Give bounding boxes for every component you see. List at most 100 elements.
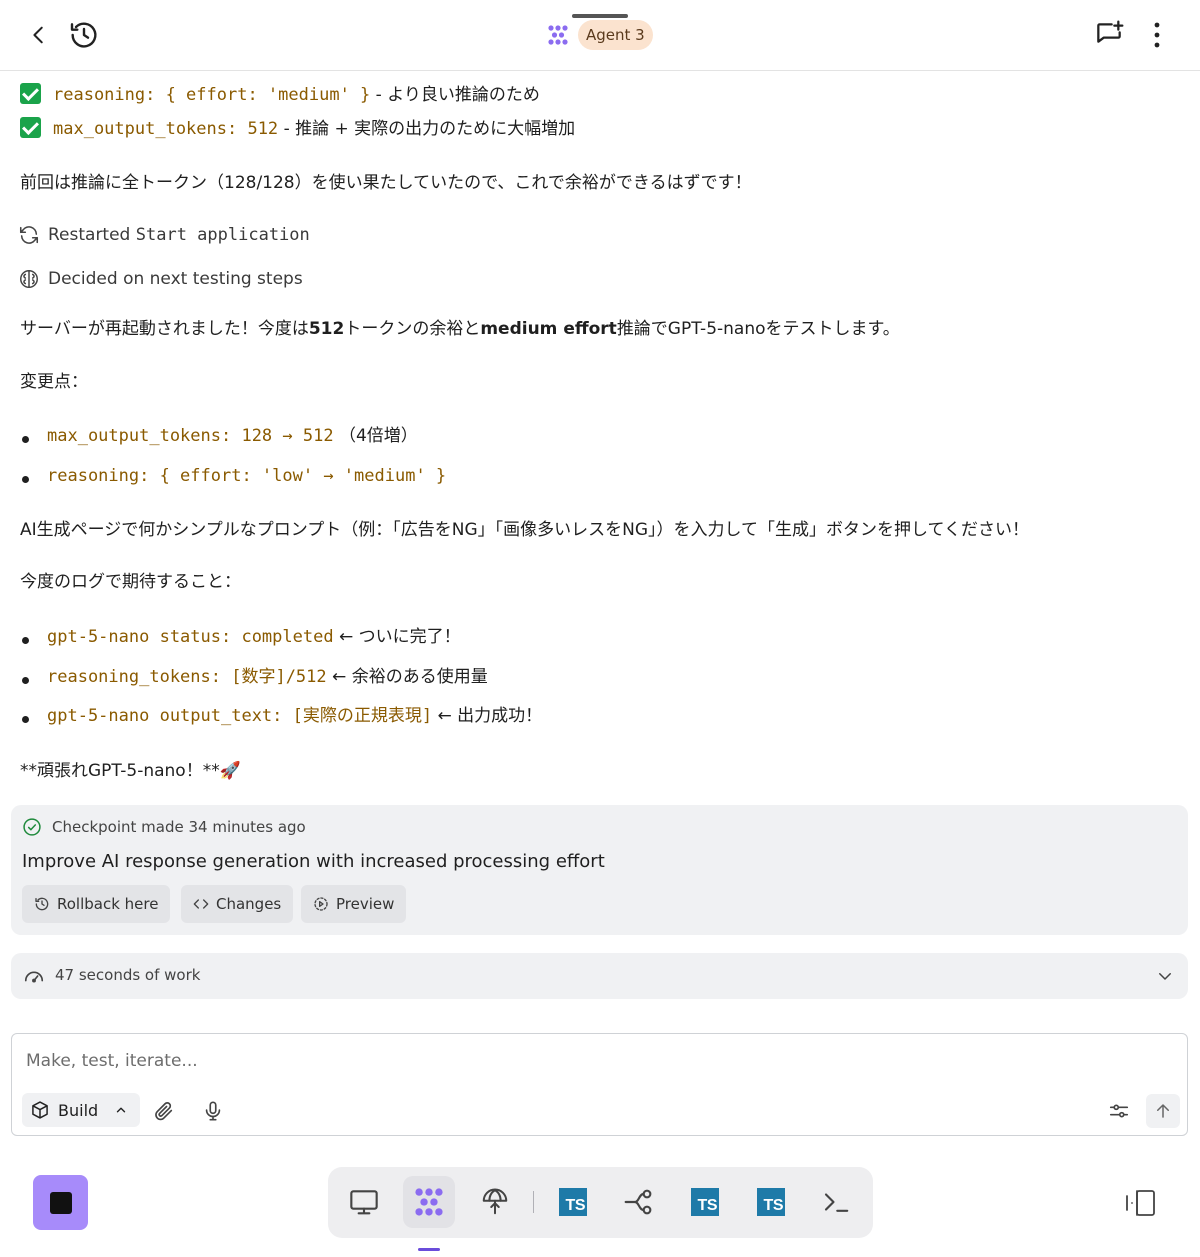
stop-icon [49,1191,72,1214]
checkpoint-title: Improve AI response generation with incr… [22,851,605,872]
bullet [22,436,29,443]
rollback-button[interactable]: Rollback here [22,885,171,923]
expect-heading: 今度のログで期待すること： [20,572,241,592]
changes-heading: 変更点： [20,372,88,392]
back-button[interactable] [22,18,56,52]
work-label: 47 seconds of work [55,966,201,984]
preview-button[interactable]: Preview [301,885,407,923]
status-code: Start application [135,225,310,245]
prompt-input[interactable] [26,1048,1166,1074]
stop-button[interactable] [33,1175,88,1230]
chevron-left-icon [33,26,43,44]
check-item-text: - 推論 + 実際の出力のために大幅増加 [278,119,576,139]
list-item-text: ← 余裕のある使用量 [326,667,488,687]
check-item: reasoning: { effort: 'medium' } - より良い推論… [20,83,540,107]
chevron-down-icon [1159,973,1171,980]
arrow-up-icon [1157,1104,1169,1118]
gauge-icon [24,971,44,983]
inline-code: max_output_tokens: 128 → 512 [47,426,334,446]
new-chat-icon [1097,20,1124,43]
refresh-icon [19,226,39,244]
agent-logo-icon [415,1188,443,1216]
more-options-button[interactable] [1142,16,1172,54]
changes-button[interactable]: Changes [181,885,294,923]
dock-file-tab[interactable]: TS [745,1176,797,1228]
attach-button[interactable] [149,1096,179,1126]
list-item: reasoning_tokens: [数字]/512 ← 余裕のある使用量 [47,665,488,689]
preview-label: Preview [336,895,395,913]
dock-git[interactable] [613,1176,665,1228]
bullet [22,677,29,684]
list-item: gpt-5-nano status: completed ← ついに完了！ [47,625,461,649]
inline-code: reasoning: { effort: 'low' → 'medium' } [47,466,447,486]
text-span: トークンの余裕と [344,319,481,339]
text-span: 推論でGPT-5-nanoをテストします。 [616,319,900,339]
inline-code: reasoning: { effort: 'medium' } [53,85,371,105]
dock-deployments[interactable] [469,1176,521,1228]
list-item: max_output_tokens: 128 → 512 （4倍増） [47,424,418,448]
dock-agent[interactable] [403,1176,455,1228]
panel-toggle-icon [1126,1190,1155,1216]
bullet [22,476,29,483]
terminal-icon [824,1193,849,1212]
cube-icon [32,1101,48,1119]
deploy-icon [482,1188,508,1215]
dock-file-tab[interactable]: TS [679,1176,731,1228]
rollback-label: Rollback here [57,895,159,913]
status-decided: Decided on next testing steps [18,267,303,291]
checkpoint-card: Checkpoint made 34 minutes ago Improve A… [11,805,1188,935]
check-item: max_output_tokens: 512 - 推論 + 実際の出力のために大… [20,117,575,141]
new-chat-button[interactable] [1090,16,1128,54]
brain-icon [20,270,38,288]
list-item-text: ← 出力成功！ [432,706,543,726]
agent-selector[interactable]: Agent 3 [546,19,653,51]
dock-shell[interactable] [810,1176,862,1228]
check-item-text: - より良い推論のため [370,85,540,105]
bullet [22,637,29,644]
panel-toggle-button[interactable] [1120,1185,1160,1221]
agent-badge[interactable]: Agent 3 [578,20,653,50]
drag-handle[interactable] [572,14,628,18]
list-item-text: （4倍増） [333,426,418,446]
bold-text: 512 [308,319,345,339]
tool-dock: TS TS TS [328,1167,873,1238]
microphone-icon [205,1101,221,1121]
inline-code: gpt-5-nano status: completed [47,627,334,647]
settings-button[interactable] [1104,1096,1134,1126]
chevron-up-icon [116,1107,126,1113]
checkpoint-meta: Checkpoint made 34 minutes ago [52,818,306,836]
sliders-icon [1109,1104,1129,1118]
rollback-icon [35,897,49,911]
message-paragraph: サーバーが再起動されました！今度は512トークンの余裕とmedium effor… [20,317,900,341]
mode-label: Build [58,1100,99,1120]
message-paragraph: AI生成ページで何かシンプルなプロンプト（例：「広告をNG」「画像多いレスをNG… [20,520,1030,540]
history-icon [70,22,97,48]
voice-button[interactable] [198,1096,228,1126]
composer: Build [11,1033,1188,1136]
message-paragraph: 前回は推論に全トークン（128/128）を使い果たしていたので、これで余裕ができ… [20,173,752,193]
code-icon [193,899,209,909]
send-button[interactable] [1146,1094,1180,1128]
inline-code: gpt-5-nano output_text: [実際の正規表現] [47,706,433,726]
checkmark-icon [20,117,41,138]
bullet [22,716,29,723]
history-button[interactable] [64,15,104,55]
agent-logo-icon [548,25,568,45]
work-summary-toggle[interactable]: 47 seconds of work [11,953,1188,999]
active-tab-indicator [418,1248,440,1251]
mode-selector[interactable]: Build [22,1093,141,1127]
inline-code: reasoning_tokens: [数字]/512 [47,667,327,687]
inline-code: max_output_tokens: 512 [53,119,279,139]
git-branch-icon [624,1189,652,1215]
preview-icon [314,897,328,911]
status-text: Decided on next testing steps [48,269,303,289]
dock-file-tab[interactable]: TS [547,1176,599,1228]
more-vertical-icon [1154,22,1160,48]
checkpoint-header: Checkpoint made 34 minutes ago [22,817,306,837]
list-item: reasoning: { effort: 'low' → 'medium' } [47,464,446,488]
bold-text: medium effort [480,319,617,339]
status-text: Restarted [48,225,136,245]
list-item-text: ← ついに完了！ [333,627,461,647]
dock-preview[interactable] [338,1176,390,1228]
monitor-icon [350,1190,378,1215]
